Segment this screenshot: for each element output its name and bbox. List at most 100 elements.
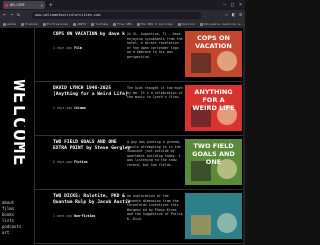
- web-page: WELCOME about films books lists podcasts art …: [0, 28, 245, 245]
- article-card[interactable]: TWO FIELD GOALS AND ONE EXTRA POINT by S…: [35, 136, 245, 190]
- bookmark-favicon-icon: [73, 22, 77, 26]
- back-icon[interactable]: ←: [3, 12, 6, 18]
- bookmark-label: Profissional: [46, 22, 69, 26]
- article-title[interactable]: DAVID LYNCH 1946-2025 [Anything for a We…: [53, 86, 131, 98]
- bookmark-favicon-icon: [136, 22, 140, 26]
- thumbnail-caption: WEIRD LIFE: [192, 104, 234, 112]
- sidebar: WELCOME about films books lists podcasts art: [0, 28, 35, 245]
- sidebar-item-films[interactable]: films: [2, 206, 21, 211]
- article-title[interactable]: COPS ON VACATION by dave k: [53, 32, 131, 38]
- sidebar-item-books[interactable]: books: [2, 212, 21, 217]
- tab-title: WELCOME: [10, 3, 25, 7]
- forward-icon[interactable]: →: [10, 12, 13, 18]
- thumbnail-caption: TWO FIELD: [193, 142, 234, 150]
- bookmark-item[interactable]: Diplicm: [178, 22, 195, 26]
- article-thumbnail[interactable]: TWO FIELD GOALS AND ONE: [185, 139, 242, 185]
- sidebar-item-lists[interactable]: lists: [2, 218, 21, 223]
- bookmark-item[interactable]: Profissional: [42, 22, 69, 26]
- bookmark-favicon-icon: [42, 22, 46, 26]
- thumbnail-shape: [191, 215, 211, 235]
- url-text: www.welcometocircularcities.com: [35, 13, 101, 17]
- bookmark-favicon-icon: [113, 22, 117, 26]
- article-category[interactable]: Non-Fiction: [74, 214, 95, 218]
- article-meta: 6 days ago Fiction: [53, 160, 88, 164]
- article-category[interactable]: Column: [74, 106, 86, 110]
- window-controls: – □ ×: [223, 2, 242, 8]
- article-date: 5 days ago: [53, 106, 73, 110]
- article-meta: 4 days ago Film: [53, 46, 82, 50]
- article-date: 1 week ago: [53, 214, 73, 218]
- favicon-icon: [5, 3, 8, 7]
- sidebar-item-about[interactable]: about: [2, 200, 21, 205]
- new-tab-icon[interactable]: +: [49, 2, 53, 9]
- article-thumbnail[interactable]: ANYTHING FOR A WEIRD LIFE: [185, 85, 242, 131]
- scrollbar[interactable]: [243, 28, 245, 245]
- article-category[interactable]: Fiction: [74, 160, 87, 164]
- bookmark-favicon-icon: [91, 22, 95, 26]
- svg-text:WELCOME: WELCOME: [9, 79, 25, 166]
- article-description: The kids thought it too much by me. It's…: [127, 86, 183, 100]
- bookmark-label: AREST: [77, 22, 87, 26]
- bookmark-label: Diplicm: [182, 22, 195, 26]
- bookmark-label: Free SMS: [117, 22, 132, 26]
- browser-tab[interactable]: WELCOME ×: [3, 1, 45, 9]
- thumbnail-art: ANYTHINGFOR AWEIRD LIFE: [185, 85, 242, 131]
- bookmark-label: adote: [7, 22, 17, 26]
- thumbnail-shape: [191, 53, 211, 73]
- address-bar[interactable]: www.welcometocircularcities.com: [32, 11, 201, 19]
- bookmark-label: The BIG O Carvings: [140, 22, 174, 26]
- bookmark-item[interactable]: The BIG O Carvings: [136, 22, 174, 26]
- sidebar-item-podcasts[interactable]: podcasts: [2, 224, 21, 229]
- reload-icon[interactable]: ↻: [17, 12, 20, 18]
- thumbnail-art: [185, 193, 242, 239]
- browser-titlebar: WELCOME × + – □ ×: [0, 0, 245, 10]
- sidebar-item-art[interactable]: art: [2, 230, 21, 235]
- bookmark-favicon-icon: [21, 22, 25, 26]
- article-title[interactable]: TWO FIELD GOALS AND ONE EXTRA POINT by S…: [53, 140, 131, 152]
- bookmark-favicon-icon: [199, 22, 203, 26]
- menu-icon[interactable]: ≡: [239, 12, 242, 18]
- article-card[interactable]: DAVID LYNCH 1946-2025 [Anything for a We…: [35, 82, 245, 136]
- thumbnail-shape: [217, 51, 237, 71]
- bookmark-star-icon[interactable]: ☆: [225, 12, 228, 18]
- bookmark-item[interactable]: adote: [3, 22, 16, 26]
- article-card[interactable]: TWO DICKS: Ralotite, PKD & Quantum Rulp …: [35, 190, 245, 244]
- bookmark-item[interactable]: Wikipedia Aventure &...: [199, 22, 245, 26]
- bookmark-item[interactable]: Free SMS: [113, 22, 132, 26]
- site-logo[interactable]: WELCOME: [3, 46, 25, 201]
- article-meta: 1 week ago Non-Fiction: [53, 214, 95, 218]
- article-title[interactable]: TWO DICKS: Ralotite, PKD & Quantum Rulp …: [53, 194, 131, 206]
- bookmark-item[interactable]: Premium: [21, 22, 38, 26]
- article-thumbnail[interactable]: COPS ON VACATION: [185, 31, 242, 77]
- article-category[interactable]: Film: [74, 46, 82, 50]
- thumbnail-caption: ONE: [206, 158, 221, 166]
- bookmark-label: Youtube: [95, 22, 109, 26]
- article-card[interactable]: COPS ON VACATION by dave k 4 days ago Fil…: [35, 28, 245, 82]
- article-description: In St. Augustine, FL — Dave enjoying syc…: [127, 32, 183, 59]
- thumbnail-caption: VACATION: [195, 42, 232, 50]
- thumbnail-caption: GOALS AND: [192, 150, 235, 158]
- bookmark-item[interactable]: Youtube: [91, 22, 108, 26]
- minimize-icon[interactable]: –: [223, 2, 226, 8]
- thumbnail-shape: [217, 213, 237, 233]
- bookmark-label: Premium: [25, 22, 38, 26]
- thumbnail-caption: COPS ON: [197, 34, 230, 42]
- bookmark-favicon-icon: [3, 22, 6, 26]
- article-list: COPS ON VACATION by dave k 4 days ago Fil…: [35, 28, 245, 245]
- thumbnail-art: COPS ONVACATION: [185, 31, 242, 77]
- bookmark-item[interactable]: AREST: [73, 22, 86, 26]
- article-thumbnail[interactable]: [185, 193, 242, 239]
- bookmark-label: Wikipedia Aventure &...: [203, 22, 245, 26]
- close-tab-icon[interactable]: ×: [41, 3, 43, 8]
- logo-graphic: WELCOME: [9, 79, 25, 166]
- side-navigation: about films books lists podcasts art: [2, 200, 21, 235]
- article-description: A guy was punting a ground, hassle attem…: [127, 140, 181, 167]
- article-date: 6 days ago: [53, 160, 73, 164]
- thumbnail-art: TWO FIELDGOALS ANDONE: [185, 139, 242, 185]
- thumbnail-caption: FOR A: [202, 96, 224, 104]
- close-window-icon[interactable]: ×: [239, 2, 242, 8]
- article-meta: 5 days ago Column: [53, 106, 86, 110]
- extensions-icon[interactable]: ◧: [232, 12, 235, 18]
- maximize-icon[interactable]: □: [231, 2, 234, 8]
- article-date: 4 days ago: [53, 46, 73, 50]
